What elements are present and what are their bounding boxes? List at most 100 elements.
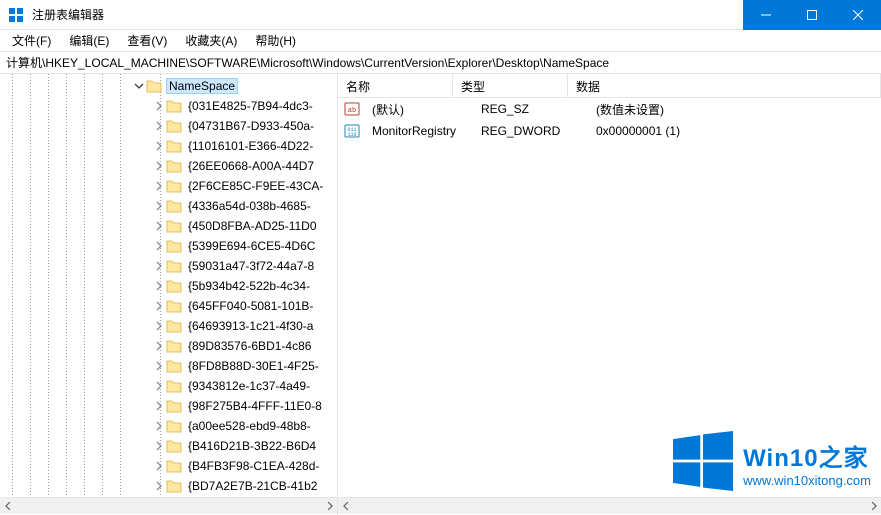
chevron-right-icon[interactable] bbox=[152, 379, 166, 393]
chevron-right-icon[interactable] bbox=[152, 259, 166, 273]
tree-node[interactable]: {98F275B4-4FFF-11E0-8 bbox=[0, 396, 337, 416]
tree-node[interactable]: {64693913-1c21-4f30-a bbox=[0, 316, 337, 336]
app-icon bbox=[8, 7, 24, 23]
menu-favorites[interactable]: 收藏夹(A) bbox=[177, 30, 245, 51]
tree-node[interactable]: {04731B67-D933-450a- bbox=[0, 116, 337, 136]
folder-icon bbox=[166, 299, 182, 313]
chevron-right-icon[interactable] bbox=[152, 399, 166, 413]
window-controls bbox=[743, 0, 881, 29]
folder-icon bbox=[166, 259, 182, 273]
title-bar: 注册表编辑器 bbox=[0, 0, 881, 30]
column-data[interactable]: 数据 bbox=[568, 74, 881, 97]
window-title: 注册表编辑器 bbox=[32, 6, 743, 23]
chevron-right-icon[interactable] bbox=[152, 99, 166, 113]
value-row[interactable]: ab(默认)REG_SZ(数值未设置) bbox=[338, 98, 881, 120]
value-data: 0x00000001 (1) bbox=[588, 124, 881, 138]
list-header: 名称 类型 数据 bbox=[338, 74, 881, 98]
chevron-right-icon[interactable] bbox=[152, 119, 166, 133]
address-bar[interactable]: 计算机\HKEY_LOCAL_MACHINE\SOFTWARE\Microsof… bbox=[0, 52, 881, 74]
tree-node[interactable]: {89D83576-6BD1-4c86 bbox=[0, 336, 337, 356]
menu-view[interactable]: 查看(V) bbox=[119, 30, 175, 51]
tree-node[interactable]: {59031a47-3f72-44a7-8 bbox=[0, 256, 337, 276]
tree-node[interactable]: {2F6CE85C-F9EE-43CA- bbox=[0, 176, 337, 196]
tree-node-label: {59031a47-3f72-44a7-8 bbox=[186, 259, 316, 273]
tree-node-label: {4336a54d-038b-4685- bbox=[186, 199, 313, 213]
scroll-right-arrow-icon[interactable] bbox=[320, 498, 337, 515]
tree-node[interactable]: {B416D21B-3B22-B6D4 bbox=[0, 436, 337, 456]
chevron-right-icon[interactable] bbox=[152, 159, 166, 173]
list-body: ab(默认)REG_SZ(数值未设置)011110MonitorRegistry… bbox=[338, 98, 881, 497]
folder-icon bbox=[166, 279, 182, 293]
tree-node[interactable]: {8FD8B88D-30E1-4F25- bbox=[0, 356, 337, 376]
chevron-right-icon[interactable] bbox=[152, 199, 166, 213]
tree-node-label: {89D83576-6BD1-4c86 bbox=[186, 339, 313, 353]
value-name: (默认) bbox=[364, 101, 473, 118]
tree-node-label: {8FD8B88D-30E1-4F25- bbox=[186, 359, 321, 373]
value-row[interactable]: 011110MonitorRegistryREG_DWORD0x00000001… bbox=[338, 120, 881, 142]
folder-icon bbox=[166, 479, 182, 493]
folder-icon bbox=[166, 119, 182, 133]
tree-node[interactable]: {9343812e-1c37-4a49- bbox=[0, 376, 337, 396]
column-name[interactable]: 名称 bbox=[338, 74, 453, 97]
chevron-right-icon[interactable] bbox=[152, 419, 166, 433]
chevron-right-icon[interactable] bbox=[152, 339, 166, 353]
maximize-button[interactable] bbox=[789, 0, 835, 30]
reg-binary-icon: 011110 bbox=[344, 123, 360, 139]
tree-node[interactable]: {26EE0668-A00A-44D7 bbox=[0, 156, 337, 176]
scroll-left-arrow-icon[interactable] bbox=[0, 498, 17, 515]
reg-string-icon: ab bbox=[344, 101, 360, 117]
minimize-button[interactable] bbox=[743, 0, 789, 30]
tree-node-label: {BD7A2E7B-21CB-41b2 bbox=[186, 479, 319, 493]
scroll-right-arrow-icon[interactable] bbox=[864, 498, 881, 515]
folder-icon bbox=[166, 339, 182, 353]
chevron-right-icon[interactable] bbox=[152, 239, 166, 253]
tree-node[interactable]: {645FF040-5081-101B- bbox=[0, 296, 337, 316]
svg-text:110: 110 bbox=[347, 132, 356, 138]
tree-node[interactable]: {031E4825-7B94-4dc3- bbox=[0, 96, 337, 116]
tree-node[interactable]: {B4FB3F98-C1EA-428d- bbox=[0, 456, 337, 476]
tree-node-label: {450D8FBA-AD25-11D0 bbox=[186, 219, 319, 233]
chevron-right-icon[interactable] bbox=[152, 179, 166, 193]
tree-node[interactable]: {5b934b42-522b-4c34- bbox=[0, 276, 337, 296]
chevron-right-icon[interactable] bbox=[152, 139, 166, 153]
tree-node[interactable]: {5399E694-6CE5-4D6C bbox=[0, 236, 337, 256]
chevron-right-icon[interactable] bbox=[152, 299, 166, 313]
chevron-right-icon[interactable] bbox=[152, 359, 166, 373]
folder-icon bbox=[166, 459, 182, 473]
tree-node[interactable]: {450D8FBA-AD25-11D0 bbox=[0, 216, 337, 236]
tree-node-label: {04731B67-D933-450a- bbox=[186, 119, 316, 133]
menu-help[interactable]: 帮助(H) bbox=[247, 30, 304, 51]
folder-icon bbox=[166, 239, 182, 253]
tree-node[interactable]: {BD7A2E7B-21CB-41b2 bbox=[0, 476, 337, 496]
value-type: REG_DWORD bbox=[473, 124, 588, 138]
scroll-left-arrow-icon[interactable] bbox=[338, 498, 355, 515]
tree-node-label: {2F6CE85C-F9EE-43CA- bbox=[186, 179, 325, 193]
tree-node-label: {5399E694-6CE5-4D6C bbox=[186, 239, 317, 253]
chevron-right-icon[interactable] bbox=[152, 219, 166, 233]
folder-icon bbox=[166, 399, 182, 413]
menu-edit[interactable]: 编辑(E) bbox=[61, 30, 117, 51]
chevron-down-icon[interactable] bbox=[132, 79, 146, 93]
chevron-right-icon[interactable] bbox=[152, 319, 166, 333]
column-type[interactable]: 类型 bbox=[453, 74, 568, 97]
folder-icon bbox=[166, 199, 182, 213]
folder-icon bbox=[166, 439, 182, 453]
menu-file[interactable]: 文件(F) bbox=[4, 30, 59, 51]
tree-node[interactable]: {4336a54d-038b-4685- bbox=[0, 196, 337, 216]
folder-icon bbox=[166, 219, 182, 233]
tree-node[interactable]: {a00ee528-ebd9-48b8- bbox=[0, 416, 337, 436]
chevron-right-icon[interactable] bbox=[152, 479, 166, 493]
address-path: 计算机\HKEY_LOCAL_MACHINE\SOFTWARE\Microsof… bbox=[6, 54, 609, 71]
chevron-right-icon[interactable] bbox=[152, 459, 166, 473]
menu-bar: 文件(F) 编辑(E) 查看(V) 收藏夹(A) 帮助(H) bbox=[0, 30, 881, 52]
tree-node-namespace[interactable]: NameSpace bbox=[0, 76, 337, 96]
chevron-right-icon[interactable] bbox=[152, 279, 166, 293]
tree-node-label: {645FF040-5081-101B- bbox=[186, 299, 315, 313]
close-button[interactable] bbox=[835, 0, 881, 30]
registry-tree[interactable]: NameSpace{031E4825-7B94-4dc3- {04731B67-D… bbox=[0, 74, 337, 497]
chevron-right-icon[interactable] bbox=[152, 439, 166, 453]
folder-icon bbox=[166, 179, 182, 193]
tree-node[interactable]: {11016101-E366-4D22- bbox=[0, 136, 337, 156]
folder-icon bbox=[146, 79, 162, 93]
tree-node-label: {9343812e-1c37-4a49- bbox=[186, 379, 312, 393]
